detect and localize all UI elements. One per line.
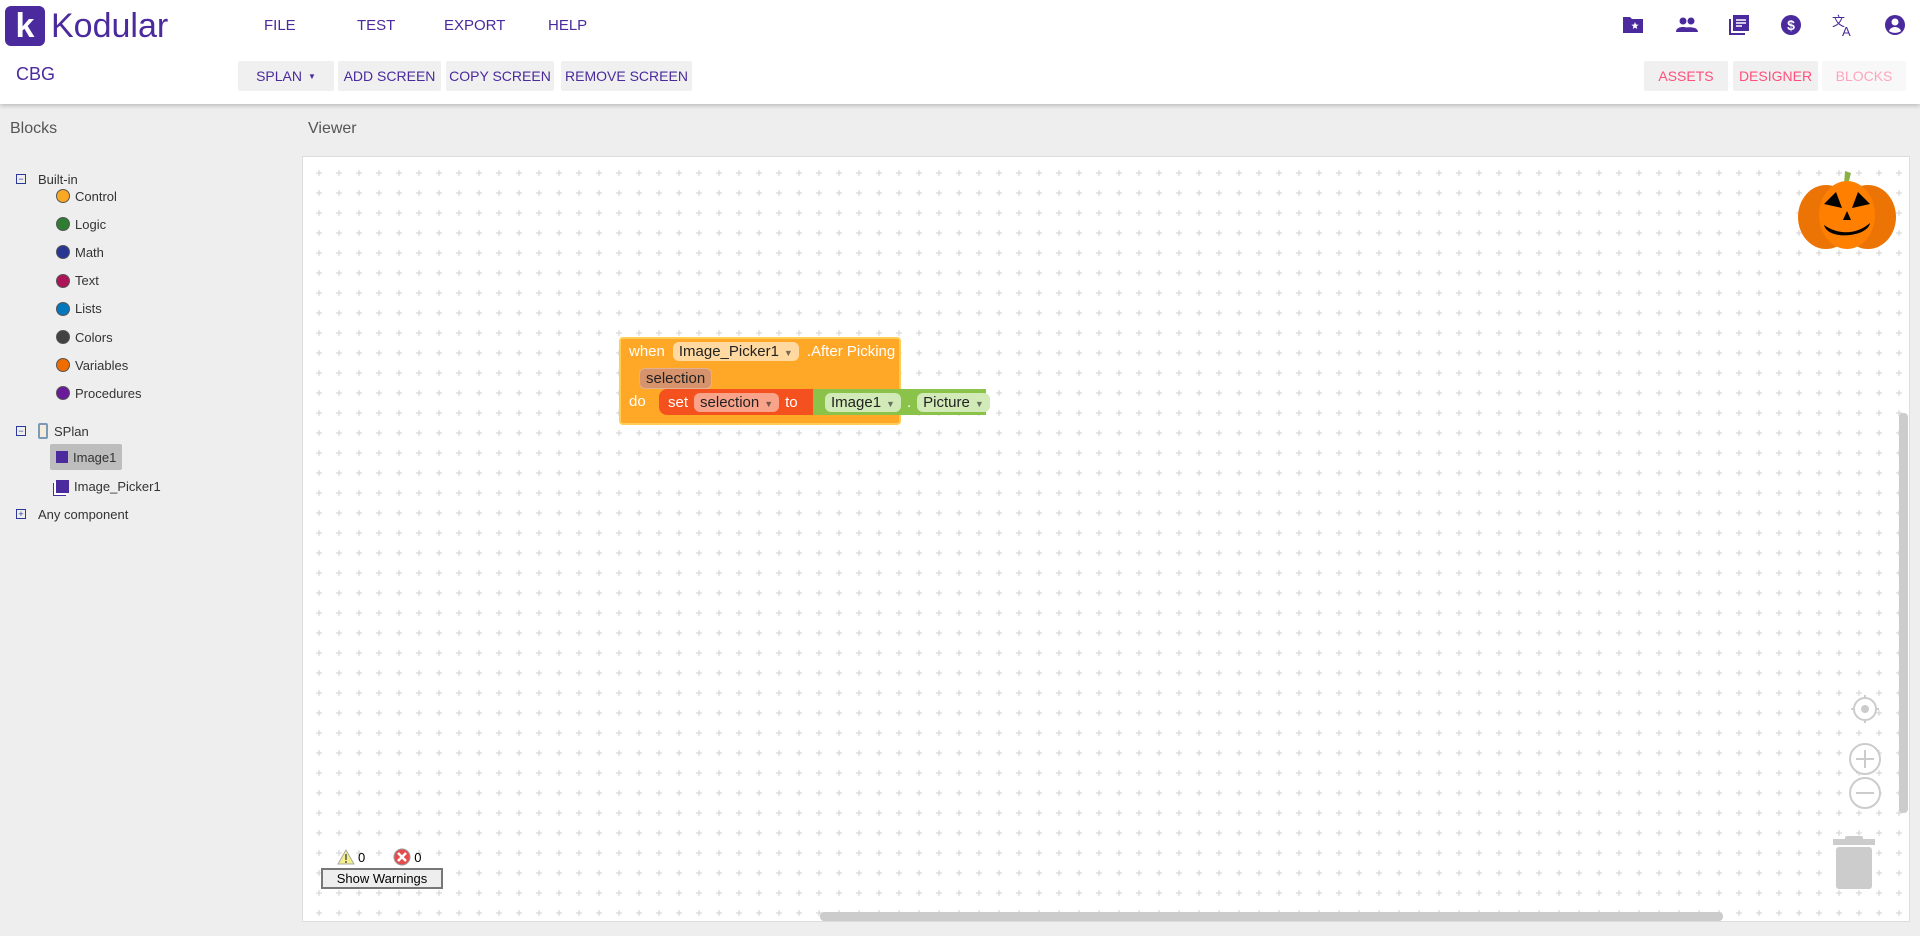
image-icon — [56, 451, 68, 463]
collapse-icon[interactable]: − — [16, 426, 26, 436]
show-warnings-button[interactable]: Show Warnings — [321, 868, 443, 889]
kodular-logo[interactable]: k Kodular — [5, 6, 168, 46]
tree-image1[interactable]: Image1 — [50, 444, 123, 470]
tree-category-procedures[interactable]: Procedures — [56, 382, 141, 404]
category-color-dot-icon — [56, 358, 70, 373]
designer-button[interactable]: DESIGNER — [1733, 61, 1818, 91]
pumpkin-icon — [1798, 171, 1896, 249]
category-color-dot-icon — [56, 189, 70, 203]
tree-any-component[interactable]: + Any component — [16, 503, 128, 525]
add-screen-button[interactable]: ADD SCREEN — [338, 61, 441, 91]
tree-category-text[interactable]: Text — [56, 270, 99, 292]
tree-image-picker1[interactable]: Image_Picker1 — [56, 475, 161, 497]
component-getter-block[interactable]: Image1 ▼ . Picture ▼ — [813, 389, 990, 415]
tree-category-colors[interactable]: Colors — [56, 326, 113, 348]
menu-test[interactable]: TEST — [357, 17, 395, 34]
param-selection[interactable]: selection — [639, 368, 713, 389]
recenter-icon[interactable] — [1850, 694, 1880, 724]
translate-icon[interactable]: 文A — [1831, 13, 1855, 37]
phone-icon — [38, 423, 48, 439]
trash-icon[interactable] — [1833, 836, 1877, 891]
category-color-dot-icon — [56, 217, 70, 232]
project-name: CBG — [16, 64, 56, 84]
blocks-workspace[interactable]: when Image_Picker1 ▼ .After Picking selec… — [302, 156, 1910, 922]
svg-text:A: A — [1842, 24, 1851, 37]
component-dropdown[interactable]: Image_Picker1 ▼ — [672, 342, 799, 361]
folder-star-icon[interactable] — [1621, 13, 1645, 37]
zoom-out-icon[interactable] — [1848, 776, 1882, 810]
menu-help[interactable]: HELP — [548, 17, 587, 34]
tree-category-variables[interactable]: Variables — [56, 354, 128, 376]
tree-category-lists[interactable]: Lists — [56, 298, 102, 320]
collapse-icon[interactable]: − — [16, 174, 26, 184]
warning-icon — [337, 849, 355, 865]
zoom-in-icon[interactable] — [1848, 742, 1882, 776]
screen-select[interactable]: SPLAN ▼ — [238, 61, 334, 91]
warning-indicator: 0 0 — [337, 848, 421, 866]
people-icon[interactable] — [1675, 13, 1699, 37]
error-icon — [393, 848, 411, 866]
blocks-button[interactable]: BLOCKS — [1822, 61, 1906, 91]
menu-file[interactable]: FILE — [264, 17, 296, 34]
remove-screen-button[interactable]: REMOVE SCREEN — [561, 61, 692, 91]
category-color-dot-icon — [56, 330, 70, 344]
tree-screen-splan[interactable]: − SPlan — [16, 420, 89, 442]
viewer-title: Viewer — [308, 120, 357, 137]
assets-button[interactable]: ASSETS — [1644, 61, 1728, 91]
account-icon[interactable] — [1883, 13, 1907, 37]
horizontal-scrollbar[interactable] — [820, 912, 1723, 921]
vertical-scrollbar[interactable] — [1899, 413, 1908, 813]
image-picker-icon — [56, 479, 69, 493]
category-color-dot-icon — [56, 273, 70, 288]
dollar-icon[interactable]: $ — [1779, 13, 1803, 37]
category-color-dot-icon — [56, 245, 70, 260]
workspace-grid — [303, 157, 1909, 921]
variable-dropdown[interactable]: selection ▼ — [694, 392, 780, 412]
getter-component-dropdown[interactable]: Image1 ▼ — [825, 392, 901, 412]
category-color-dot-icon — [56, 386, 70, 401]
menu-export[interactable]: EXPORT — [444, 17, 505, 34]
top-bar: k Kodular FILE TEST EXPORT HELP CBG SPLAN… — [0, 0, 1920, 104]
tree-category-control[interactable]: Control — [56, 185, 117, 207]
library-icon[interactable] — [1727, 13, 1751, 37]
blocks-panel-title: Blocks — [10, 120, 58, 137]
svg-text:$: $ — [1787, 17, 1795, 33]
expand-icon[interactable]: + — [16, 509, 26, 519]
caret-down-icon: ▼ — [308, 71, 316, 81]
set-variable-block[interactable]: set selection ▼ to — [659, 389, 816, 415]
tree-category-logic[interactable]: Logic — [56, 213, 106, 235]
getter-property-dropdown[interactable]: Picture ▼ — [917, 392, 990, 412]
copy-screen-button[interactable]: COPY SCREEN — [446, 61, 554, 91]
category-color-dot-icon — [56, 301, 70, 316]
tree-category-math[interactable]: Math — [56, 241, 104, 263]
